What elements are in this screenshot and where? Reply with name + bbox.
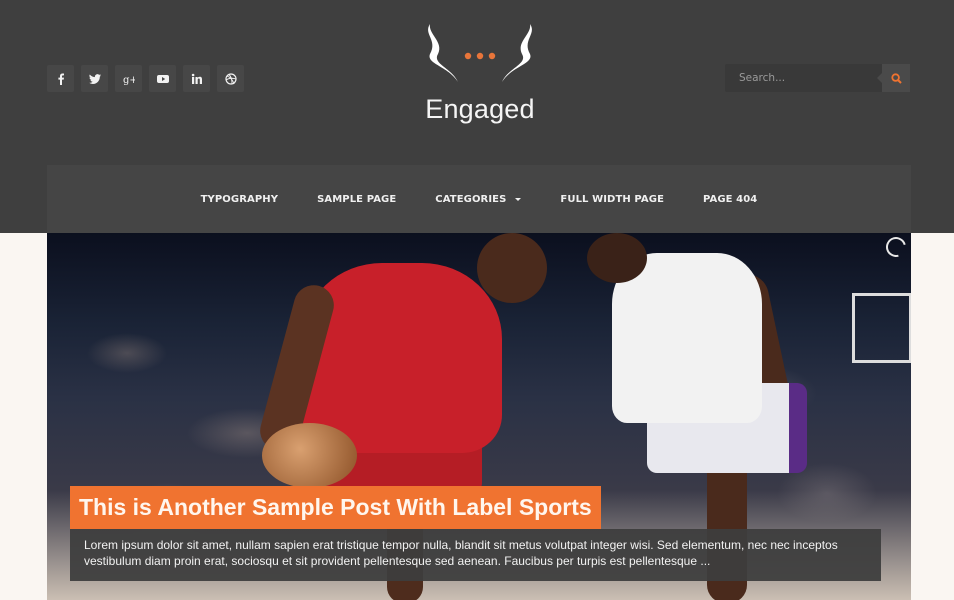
post-title-link[interactable]: This is Another Sample Post With Label S… <box>70 486 601 529</box>
nav-item-label: Page 404 <box>703 193 758 205</box>
slide-image-hoop <box>852 293 911 363</box>
search-input[interactable] <box>725 64 880 92</box>
search-icon <box>890 72 902 84</box>
google-plus-button[interactable]: g+ <box>115 65 142 92</box>
slide-image-player <box>612 253 762 423</box>
nav-item-typography[interactable]: Typography <box>201 194 278 205</box>
slide-image-player <box>477 233 547 303</box>
slide-image-ball <box>262 423 357 488</box>
youtube-icon <box>156 74 169 83</box>
nav-item-label: Full Width Page <box>560 193 665 205</box>
twitter-icon <box>88 73 101 84</box>
featured-slider[interactable]: This is Another Sample Post With Label S… <box>47 233 911 600</box>
facebook-button[interactable] <box>47 65 74 92</box>
linkedin-button[interactable] <box>183 65 210 92</box>
nav-item-label: Typography <box>200 193 279 205</box>
horns-logo-icon <box>428 24 532 82</box>
nav-item-label: Categories <box>435 193 507 205</box>
google-plus-icon: g+ <box>123 75 135 85</box>
linkedin-icon <box>191 73 202 84</box>
chevron-down-icon <box>515 197 522 201</box>
site-logo[interactable]: Engaged <box>418 20 542 135</box>
nav-item-label: Sample Page <box>317 193 397 205</box>
social-links: g+ <box>47 65 244 92</box>
main-nav: Typography Sample Page Categories Full W… <box>47 165 911 233</box>
nav-item-sample-page[interactable]: Sample Page <box>317 194 396 205</box>
twitter-button[interactable] <box>81 65 108 92</box>
nav-item-categories[interactable]: Categories <box>435 193 522 205</box>
svg-text:g+: g+ <box>123 75 135 85</box>
post-excerpt: Lorem ipsum dolor sit amet, nullam sapie… <box>70 529 881 581</box>
search-box <box>725 64 910 92</box>
nav-item-full-width-page[interactable]: Full Width Page <box>560 194 664 205</box>
facebook-icon <box>57 73 64 85</box>
site-title: Engaged <box>425 94 535 124</box>
search-button[interactable] <box>877 64 910 92</box>
youtube-button[interactable] <box>149 65 176 92</box>
nav-item-page-404[interactable]: Page 404 <box>703 194 757 205</box>
slide-image-player <box>302 263 502 453</box>
dribbble-icon <box>224 72 237 85</box>
slide-image-player <box>587 233 647 283</box>
dribbble-button[interactable] <box>217 65 244 92</box>
